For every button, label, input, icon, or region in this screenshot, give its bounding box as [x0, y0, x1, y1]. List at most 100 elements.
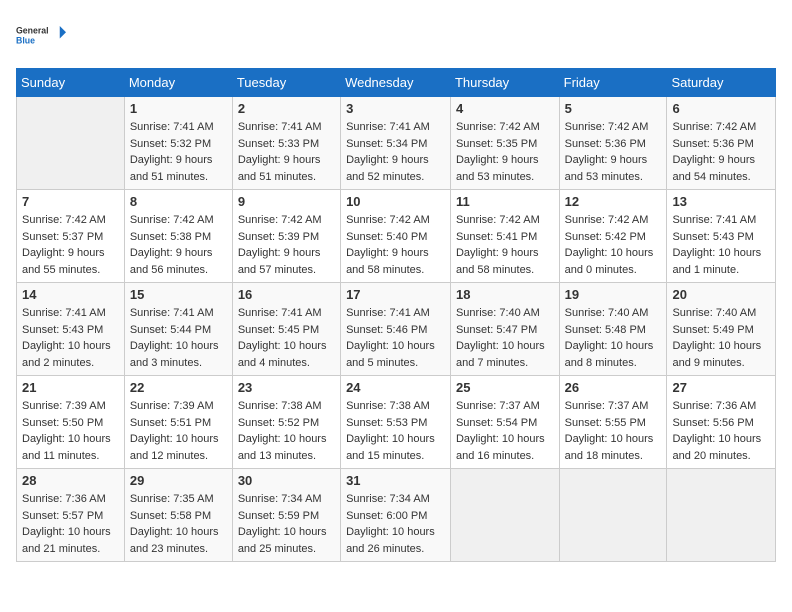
calendar-cell: [17, 97, 125, 190]
calendar-cell: 13 Sunrise: 7:41 AM Sunset: 5:43 PM Dayli…: [667, 190, 776, 283]
day-number: 8: [130, 194, 227, 209]
day-number: 24: [346, 380, 445, 395]
day-info: Sunrise: 7:41 AM Sunset: 5:34 PM Dayligh…: [346, 119, 445, 185]
day-number: 28: [22, 473, 119, 488]
day-info: Sunrise: 7:41 AM Sunset: 5:44 PM Dayligh…: [130, 305, 227, 371]
day-number: 19: [565, 287, 662, 302]
calendar-week-4: 21 Sunrise: 7:39 AM Sunset: 5:50 PM Dayli…: [17, 376, 776, 469]
day-info: Sunrise: 7:40 AM Sunset: 5:48 PM Dayligh…: [565, 305, 662, 371]
svg-text:General: General: [16, 26, 49, 36]
calendar-cell: [450, 469, 559, 562]
calendar-cell: 31 Sunrise: 7:34 AM Sunset: 6:00 PM Dayli…: [341, 469, 451, 562]
day-info: Sunrise: 7:42 AM Sunset: 5:37 PM Dayligh…: [22, 212, 119, 278]
day-number: 30: [238, 473, 335, 488]
day-info: Sunrise: 7:40 AM Sunset: 5:49 PM Dayligh…: [672, 305, 770, 371]
page-header: General Blue: [16, 16, 776, 56]
calendar-week-5: 28 Sunrise: 7:36 AM Sunset: 5:57 PM Dayli…: [17, 469, 776, 562]
weekday-header-thursday: Thursday: [450, 69, 559, 97]
weekday-header-saturday: Saturday: [667, 69, 776, 97]
day-number: 2: [238, 101, 335, 116]
day-info: Sunrise: 7:41 AM Sunset: 5:46 PM Dayligh…: [346, 305, 445, 371]
calendar-cell: 15 Sunrise: 7:41 AM Sunset: 5:44 PM Dayli…: [124, 283, 232, 376]
day-number: 25: [456, 380, 554, 395]
day-info: Sunrise: 7:41 AM Sunset: 5:45 PM Dayligh…: [238, 305, 335, 371]
day-info: Sunrise: 7:35 AM Sunset: 5:58 PM Dayligh…: [130, 491, 227, 557]
calendar-cell: 10 Sunrise: 7:42 AM Sunset: 5:40 PM Dayli…: [341, 190, 451, 283]
day-number: 13: [672, 194, 770, 209]
calendar-cell: 20 Sunrise: 7:40 AM Sunset: 5:49 PM Dayli…: [667, 283, 776, 376]
calendar-cell: 24 Sunrise: 7:38 AM Sunset: 5:53 PM Dayli…: [341, 376, 451, 469]
calendar-cell: 17 Sunrise: 7:41 AM Sunset: 5:46 PM Dayli…: [341, 283, 451, 376]
calendar-cell: 28 Sunrise: 7:36 AM Sunset: 5:57 PM Dayli…: [17, 469, 125, 562]
day-info: Sunrise: 7:37 AM Sunset: 5:54 PM Dayligh…: [456, 398, 554, 464]
calendar-cell: 2 Sunrise: 7:41 AM Sunset: 5:33 PM Daylig…: [232, 97, 340, 190]
day-info: Sunrise: 7:41 AM Sunset: 5:33 PM Dayligh…: [238, 119, 335, 185]
calendar-cell: 6Sunrise: 7:42 AM Sunset: 5:36 PM Daylig…: [667, 97, 776, 190]
day-number: 4: [456, 101, 554, 116]
calendar-cell: 3 Sunrise: 7:41 AM Sunset: 5:34 PM Daylig…: [341, 97, 451, 190]
calendar-week-2: 7 Sunrise: 7:42 AM Sunset: 5:37 PM Daylig…: [17, 190, 776, 283]
day-info: Sunrise: 7:42 AM Sunset: 5:36 PM Dayligh…: [672, 119, 770, 185]
day-number: 31: [346, 473, 445, 488]
day-number: 26: [565, 380, 662, 395]
day-number: 20: [672, 287, 770, 302]
day-number: 27: [672, 380, 770, 395]
day-number: 5: [565, 101, 662, 116]
day-number: 10: [346, 194, 445, 209]
day-number: 16: [238, 287, 335, 302]
day-number: 18: [456, 287, 554, 302]
day-info: Sunrise: 7:37 AM Sunset: 5:55 PM Dayligh…: [565, 398, 662, 464]
day-info: Sunrise: 7:36 AM Sunset: 5:56 PM Dayligh…: [672, 398, 770, 464]
day-info: Sunrise: 7:42 AM Sunset: 5:38 PM Dayligh…: [130, 212, 227, 278]
day-info: Sunrise: 7:42 AM Sunset: 5:35 PM Dayligh…: [456, 119, 554, 185]
weekday-header-tuesday: Tuesday: [232, 69, 340, 97]
logo-svg: General Blue: [16, 16, 66, 56]
day-number: 17: [346, 287, 445, 302]
day-number: 23: [238, 380, 335, 395]
svg-text:Blue: Blue: [16, 36, 35, 46]
calendar-cell: [667, 469, 776, 562]
calendar-cell: 14Sunrise: 7:41 AM Sunset: 5:43 PM Dayli…: [17, 283, 125, 376]
calendar-cell: 9Sunrise: 7:42 AM Sunset: 5:39 PM Daylig…: [232, 190, 340, 283]
day-info: Sunrise: 7:36 AM Sunset: 5:57 PM Dayligh…: [22, 491, 119, 557]
day-info: Sunrise: 7:41 AM Sunset: 5:43 PM Dayligh…: [672, 212, 770, 278]
calendar-cell: 11Sunrise: 7:42 AM Sunset: 5:41 PM Dayli…: [450, 190, 559, 283]
calendar-cell: 25 Sunrise: 7:37 AM Sunset: 5:54 PM Dayli…: [450, 376, 559, 469]
calendar-cell: 30 Sunrise: 7:34 AM Sunset: 5:59 PM Dayli…: [232, 469, 340, 562]
day-info: Sunrise: 7:42 AM Sunset: 5:39 PM Dayligh…: [238, 212, 335, 278]
day-number: 21: [22, 380, 119, 395]
calendar-cell: 21 Sunrise: 7:39 AM Sunset: 5:50 PM Dayli…: [17, 376, 125, 469]
calendar-cell: 19 Sunrise: 7:40 AM Sunset: 5:48 PM Dayli…: [559, 283, 667, 376]
calendar-week-3: 14Sunrise: 7:41 AM Sunset: 5:43 PM Dayli…: [17, 283, 776, 376]
day-info: Sunrise: 7:34 AM Sunset: 6:00 PM Dayligh…: [346, 491, 445, 557]
day-number: 12: [565, 194, 662, 209]
day-number: 3: [346, 101, 445, 116]
weekday-header-wednesday: Wednesday: [341, 69, 451, 97]
day-info: Sunrise: 7:42 AM Sunset: 5:40 PM Dayligh…: [346, 212, 445, 278]
day-number: 7: [22, 194, 119, 209]
day-info: Sunrise: 7:40 AM Sunset: 5:47 PM Dayligh…: [456, 305, 554, 371]
day-info: Sunrise: 7:38 AM Sunset: 5:53 PM Dayligh…: [346, 398, 445, 464]
calendar-cell: 22 Sunrise: 7:39 AM Sunset: 5:51 PM Dayli…: [124, 376, 232, 469]
day-number: 1: [130, 101, 227, 116]
logo: General Blue: [16, 16, 66, 56]
day-info: Sunrise: 7:34 AM Sunset: 5:59 PM Dayligh…: [238, 491, 335, 557]
day-info: Sunrise: 7:39 AM Sunset: 5:50 PM Dayligh…: [22, 398, 119, 464]
calendar-cell: [559, 469, 667, 562]
calendar-week-1: 1 Sunrise: 7:41 AM Sunset: 5:32 PM Daylig…: [17, 97, 776, 190]
calendar-cell: 18 Sunrise: 7:40 AM Sunset: 5:47 PM Dayli…: [450, 283, 559, 376]
calendar-table: SundayMondayTuesdayWednesdayThursdayFrid…: [16, 68, 776, 562]
day-number: 22: [130, 380, 227, 395]
day-info: Sunrise: 7:39 AM Sunset: 5:51 PM Dayligh…: [130, 398, 227, 464]
weekday-header-monday: Monday: [124, 69, 232, 97]
day-info: Sunrise: 7:41 AM Sunset: 5:32 PM Dayligh…: [130, 119, 227, 185]
calendar-cell: 23Sunrise: 7:38 AM Sunset: 5:52 PM Dayli…: [232, 376, 340, 469]
day-number: 15: [130, 287, 227, 302]
calendar-cell: 16 Sunrise: 7:41 AM Sunset: 5:45 PM Dayli…: [232, 283, 340, 376]
weekday-header-friday: Friday: [559, 69, 667, 97]
calendar-cell: 4 Sunrise: 7:42 AM Sunset: 5:35 PM Daylig…: [450, 97, 559, 190]
day-info: Sunrise: 7:42 AM Sunset: 5:42 PM Dayligh…: [565, 212, 662, 278]
day-info: Sunrise: 7:42 AM Sunset: 5:41 PM Dayligh…: [456, 212, 554, 278]
weekday-header-sunday: Sunday: [17, 69, 125, 97]
day-info: Sunrise: 7:41 AM Sunset: 5:43 PM Dayligh…: [22, 305, 119, 371]
